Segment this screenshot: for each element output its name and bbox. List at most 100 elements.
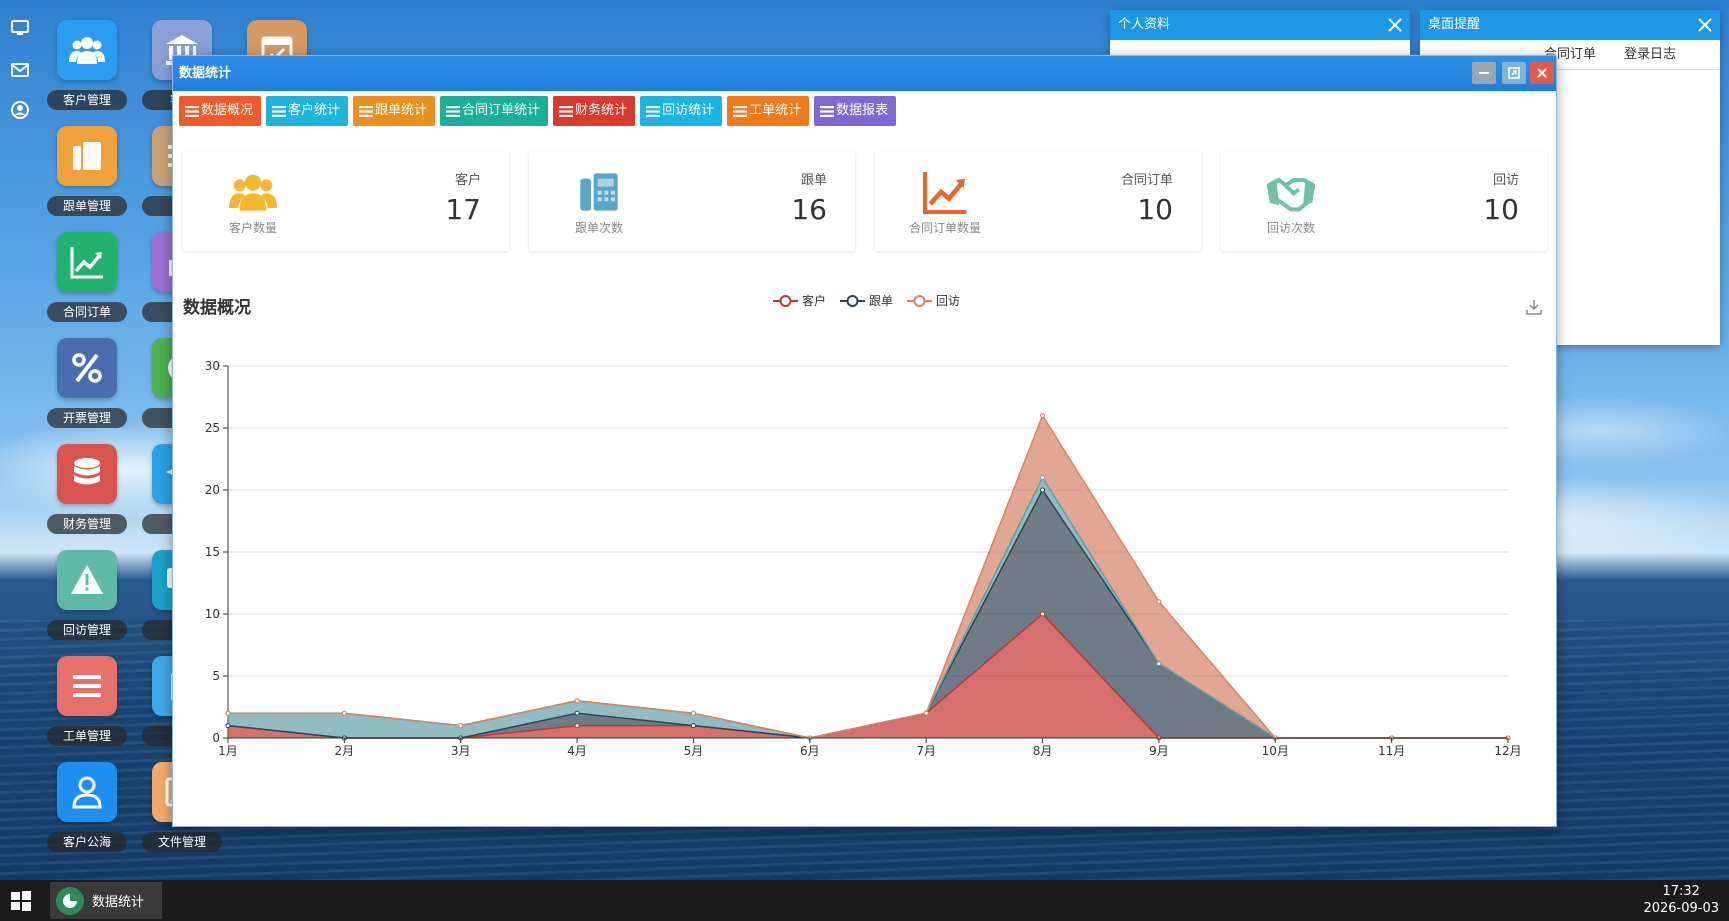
maximize-icon [1508, 67, 1520, 79]
x-tick-label: 9月 [1149, 744, 1169, 758]
data-point [225, 723, 231, 729]
desktop-icon[interactable]: 客户管理 [41, 20, 131, 116]
tab-7[interactable]: 数据报表 [814, 96, 897, 126]
users-icon [57, 20, 117, 80]
stat-caption: 回访次数 [1266, 221, 1315, 235]
stat-name: 跟单 [800, 173, 827, 188]
taskbar: 数据统计 17:32 2026-09-03 [0, 880, 1729, 921]
data-stats-window: 数据统计 数据概况 客户统计 跟单统计 合同订单统计 财务统计 回访统计 工单统计 数据报表 … [172, 55, 1557, 827]
series-area [228, 415, 1508, 738]
desktop-icon-label: 客户管理 [47, 90, 127, 110]
data-point [458, 723, 464, 729]
desktop-icon-label: 工单管理 [47, 726, 127, 746]
legend-item[interactable]: 跟单 [840, 292, 893, 309]
x-tick-label: 10月 [1262, 744, 1289, 758]
data-point [574, 723, 580, 729]
data-point [574, 698, 580, 704]
reminder-tab-login-log[interactable]: 登录日志 [1610, 40, 1690, 69]
clock-date: 2026-09-03 [1643, 901, 1719, 916]
tab-2[interactable]: 跟单统计 [353, 96, 436, 126]
x-tick-label: 3月 [451, 744, 471, 758]
minimize-icon [1479, 72, 1489, 74]
desktop-icon-label: 合同订单 [47, 302, 127, 322]
y-tick-label: 25 [205, 421, 220, 435]
main-window-titlebar[interactable]: 数据统计 [173, 56, 1556, 91]
desktop-icon-label: 开票管理 [47, 408, 127, 428]
reminder-window-titlebar[interactable]: 桌面提醒 [1420, 10, 1720, 40]
profile-window-titlebar[interactable]: 个人资料 [1110, 10, 1410, 40]
desktop-icon[interactable]: 财务管理 [41, 444, 131, 540]
stat-card: 客户数量 客户 17 [183, 151, 509, 251]
x-tick-label: 5月 [684, 744, 704, 758]
close-icon[interactable] [1696, 16, 1714, 34]
y-tick-label: 20 [205, 483, 220, 497]
close-icon [1537, 68, 1547, 78]
stat-value: 16 [791, 193, 827, 226]
tab-label: 客户统计 [288, 103, 341, 118]
list-icon [185, 105, 199, 117]
data-point [690, 723, 696, 729]
maximize-button[interactable] [1502, 62, 1526, 84]
desktop-icon[interactable]: 客户公海 [41, 762, 131, 858]
tab-1[interactable]: 客户统计 [266, 96, 349, 126]
tab-4[interactable]: 财务统计 [553, 96, 636, 126]
legend-marker [907, 294, 933, 307]
y-tick-label: 5 [212, 669, 220, 683]
tab-6[interactable]: 工单统计 [727, 96, 810, 126]
x-tick-label: 11月 [1378, 744, 1405, 758]
windows-start-icon[interactable] [10, 890, 32, 912]
tab-3[interactable]: 合同订单统计 [440, 96, 549, 126]
legend-marker [773, 294, 798, 307]
legend-item[interactable]: 客户 [773, 292, 826, 309]
download-icon[interactable] [1525, 298, 1543, 316]
y-tick-label: 0 [212, 731, 220, 745]
x-tick-label: 8月 [1033, 744, 1053, 758]
minimize-button[interactable] [1472, 62, 1496, 84]
legend-marker [840, 294, 866, 307]
data-point [1040, 611, 1046, 617]
desktop-icon[interactable]: 跟单管理 [41, 126, 131, 222]
desktop-icon[interactable]: 回访管理 [41, 550, 131, 646]
stat-name: 回访 [1492, 173, 1519, 188]
desktop-icon-label: 跟单管理 [47, 196, 127, 216]
tab-label: 回访统计 [662, 103, 715, 118]
stats-tabbar: 数据概况 客户统计 跟单统计 合同订单统计 财务统计 回访统计 工单统计 数据报表 [179, 96, 897, 126]
tab-0[interactable]: 数据概况 [179, 96, 262, 126]
desktop-icon-label: 客户公海 [47, 832, 127, 852]
stat-caption: 客户数量 [228, 221, 277, 235]
tab-label: 合同订单统计 [462, 103, 541, 118]
tab-label: 财务统计 [575, 103, 628, 118]
desktop-icon[interactable]: 合同订单 [41, 232, 131, 328]
stat-value: 10 [1137, 193, 1173, 226]
close-button[interactable] [1530, 62, 1554, 84]
stat-caption: 合同订单数量 [908, 221, 981, 235]
tab-label: 数据报表 [836, 103, 889, 118]
desktop-icon[interactable]: 工单管理 [41, 656, 131, 752]
close-icon[interactable] [1386, 16, 1404, 34]
series-line [228, 413, 1508, 739]
stat-name: 合同订单 [1120, 173, 1173, 188]
data-point [341, 710, 347, 716]
data-point [1040, 487, 1046, 493]
mail-icon[interactable] [10, 60, 30, 80]
monitor-icon[interactable] [10, 18, 30, 38]
series-line [228, 476, 1508, 739]
legend-label: 客户 [802, 294, 827, 308]
tab-5[interactable]: 回访统计 [640, 96, 723, 126]
clock: 17:32 2026-09-03 [1643, 883, 1719, 917]
legend-label: 跟单 [869, 294, 894, 308]
stat-value: 17 [445, 193, 481, 226]
list-icon [646, 105, 661, 117]
desktop-icon[interactable]: 开票管理 [41, 338, 131, 434]
database-icon [57, 444, 117, 504]
x-tick-label: 1月 [218, 744, 238, 758]
chart-legend: 客户 跟单 回访 [773, 292, 960, 309]
data-point [923, 710, 929, 716]
user-circle-icon[interactable] [10, 100, 30, 120]
stat-caption: 跟单次数 [574, 221, 623, 235]
data-point [1156, 661, 1162, 667]
taskbar-item-data-stats[interactable]: 数据统计 [50, 882, 162, 919]
y-tick-label: 10 [205, 607, 220, 621]
legend-item[interactable]: 回访 [907, 292, 960, 309]
profile-window-title: 个人资料 [1118, 17, 1171, 32]
